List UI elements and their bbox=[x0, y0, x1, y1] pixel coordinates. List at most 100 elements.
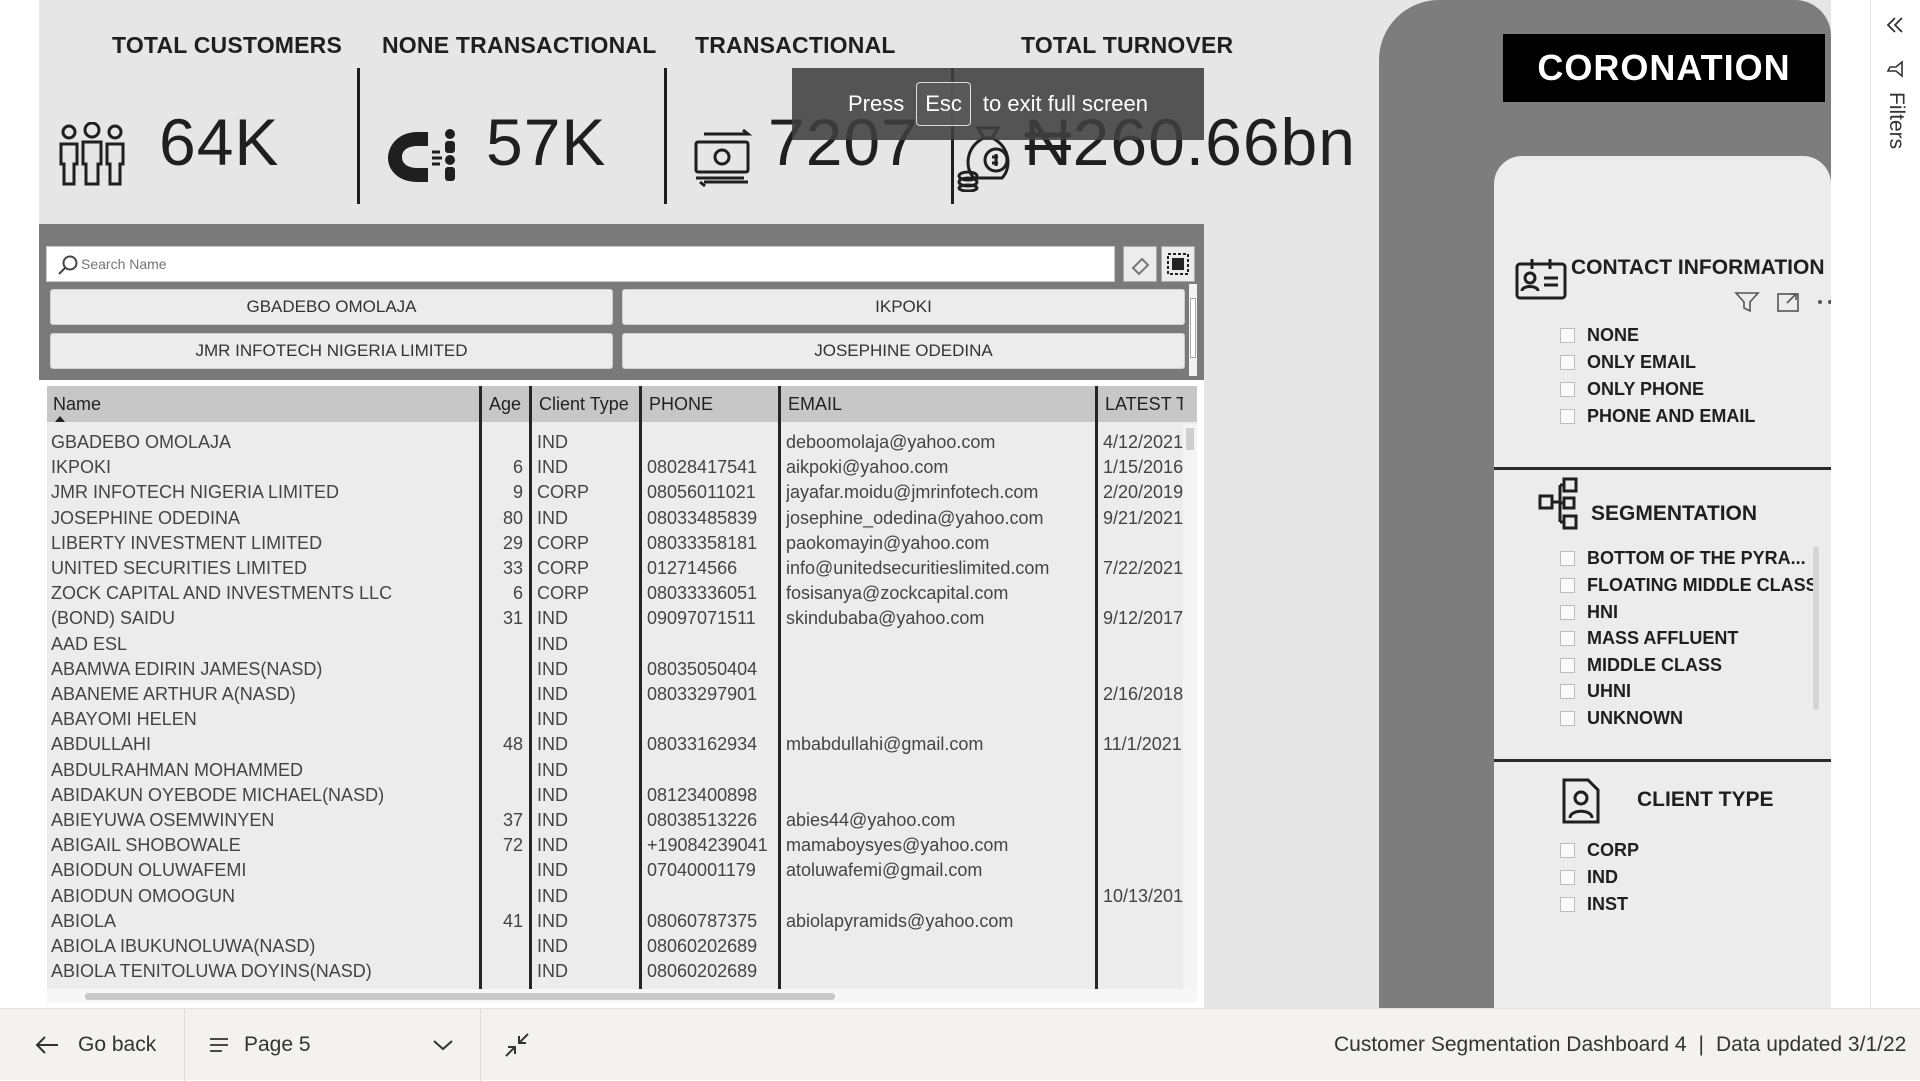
cell-phone: 08056011021 bbox=[647, 482, 756, 503]
table-row[interactable]: IKPOKI 6 IND 08028417541 aikpoki@yahoo.com 1/… bbox=[47, 455, 1197, 480]
filter-option-floating-middle-class[interactable]: FLOATING MIDDLE CLASS bbox=[1560, 574, 1818, 596]
cell-name: ABIGAIL SHOBOWALE bbox=[51, 835, 241, 856]
eraser-button[interactable] bbox=[1123, 246, 1157, 282]
table-row[interactable]: ABIDAKUN OYEBODE MICHAEL(NASD) IND 0812340… bbox=[47, 783, 1197, 808]
table-row[interactable]: ABDULLAHI 48 IND 08033162934 mbabdullahi@gma… bbox=[47, 732, 1197, 757]
cell-client-type: IND bbox=[537, 936, 568, 956]
money-transfer-icon bbox=[692, 126, 756, 195]
cell-age bbox=[483, 682, 523, 707]
cell-name: ABAYOMI HELEN bbox=[51, 709, 197, 730]
column-header-email[interactable]: EMAIL bbox=[782, 386, 1095, 422]
cell-age bbox=[483, 430, 523, 455]
table-row[interactable]: ABDULRAHMAN MOHAMMED IND bbox=[47, 758, 1197, 783]
table-row[interactable]: (BOND) SAIDU 31 IND 09097071511 skindubaba@y… bbox=[47, 606, 1197, 631]
kpi-separator bbox=[664, 68, 667, 204]
name-chip[interactable]: GBADEBO OMOLAJA bbox=[50, 289, 613, 325]
table-row[interactable]: ABAYOMI HELEN IND bbox=[47, 707, 1197, 732]
filter-option-none[interactable]: NONE bbox=[1560, 324, 1639, 346]
cell-latest-transaction bbox=[1103, 783, 1183, 808]
table-row[interactable]: ABIOLA 41 IND 08060787375 abiolapyramids@yah… bbox=[47, 909, 1197, 934]
segmentation-scrollbar[interactable] bbox=[1813, 546, 1819, 710]
filter-option-phone-and-email[interactable]: PHONE AND EMAIL bbox=[1560, 405, 1755, 427]
cell-client-type: IND bbox=[537, 457, 568, 478]
search-input[interactable] bbox=[81, 253, 1081, 275]
column-header-client-type[interactable]: Client Type bbox=[533, 386, 639, 422]
filter-option-hni[interactable]: HNI bbox=[1560, 601, 1618, 623]
cell-age: 6 bbox=[512, 457, 523, 478]
filters-pane-label[interactable]: Filters bbox=[1884, 92, 1908, 149]
cell-latest-transaction: 9/12/2017 bbox=[1103, 608, 1183, 629]
cell-email: mbabdullahi@gmail.com bbox=[786, 734, 984, 755]
table-row[interactable]: ABANEME ARTHUR A(NASD) IND 08033297901 2/16… bbox=[47, 682, 1197, 707]
cell-email: josephine_odedina@yahoo.com bbox=[786, 507, 1044, 528]
esc-key-badge: Esc bbox=[916, 82, 971, 126]
filter-option-middle-class[interactable]: MIDDLE CLASS bbox=[1560, 654, 1722, 676]
collapse-icon bbox=[505, 1033, 529, 1057]
cell-name: ABAMWA EDIRIN JAMES(NASD) bbox=[51, 658, 323, 679]
table-row[interactable]: UNITED SECURITIES LIMITED 33 CORP 012714566… bbox=[47, 556, 1197, 581]
column-header-phone[interactable]: PHONE bbox=[643, 386, 778, 422]
column-header-latest-transaction[interactable]: LATEST TR bbox=[1099, 386, 1183, 422]
table-row[interactable]: LIBERTY INVESTMENT LIMITED 29 CORP 08033358… bbox=[47, 531, 1197, 556]
slicer-scrollbar[interactable] bbox=[1189, 284, 1197, 376]
search-box[interactable] bbox=[46, 246, 1115, 282]
more-options-icon[interactable] bbox=[1812, 287, 1831, 317]
cell-phone: 07040001179 bbox=[647, 860, 756, 881]
go-back-button[interactable]: Go back bbox=[34, 1009, 156, 1081]
cell-latest-transaction bbox=[1103, 657, 1183, 682]
expand-filters-icon[interactable] bbox=[1884, 14, 1906, 41]
column-header-name[interactable]: Name bbox=[47, 386, 479, 422]
report-info: Customer Segmentation Dashboard 4 | Data… bbox=[1334, 1009, 1906, 1081]
filter-option-mass-affluent[interactable]: MASS AFFLUENT bbox=[1560, 627, 1738, 649]
cell-name: UNITED SECURITIES LIMITED bbox=[51, 558, 308, 578]
filter-option-only-email[interactable]: ONLY EMAIL bbox=[1560, 351, 1696, 373]
table-row[interactable]: ABIGAIL SHOBOWALE 72 IND +19084239041 mamabo… bbox=[47, 833, 1197, 858]
cell-phone bbox=[647, 758, 775, 783]
select-all-button[interactable] bbox=[1161, 246, 1195, 282]
table-vertical-scrollbar[interactable] bbox=[1183, 424, 1197, 991]
cell-email bbox=[786, 934, 1092, 959]
cell-name: ABDULLAHI bbox=[51, 734, 152, 755]
table-row[interactable]: JMR INFOTECH NIGERIA LIMITED 9 CORP 0805601… bbox=[47, 480, 1197, 505]
filter-icon[interactable] bbox=[1729, 287, 1765, 317]
cell-email bbox=[786, 682, 1092, 707]
table-row[interactable]: ZOCK CAPITAL AND INVESTMENTS LLC 6 CORP 080… bbox=[47, 581, 1197, 606]
filter-option-ind[interactable]: IND bbox=[1560, 866, 1618, 888]
cell-name: JMR INFOTECH NIGERIA LIMITED bbox=[51, 482, 340, 503]
cell-age: 9 bbox=[512, 482, 523, 503]
cell-latest-transaction bbox=[1103, 959, 1183, 984]
cell-phone: 08123400898 bbox=[647, 784, 758, 805]
cell-phone: 08060202689 bbox=[647, 961, 758, 982]
exit-fullscreen-button[interactable] bbox=[504, 1009, 530, 1081]
focus-mode-icon[interactable] bbox=[1770, 287, 1806, 317]
table-row[interactable]: ABAMWA EDIRIN JAMES(NASD) IND 08035050404 bbox=[47, 657, 1197, 682]
table-row[interactable]: ABIEYUWA OSEMWINYEN 37 IND 08038513226 abies… bbox=[47, 808, 1197, 833]
page-selector[interactable]: Page 5 bbox=[208, 1009, 458, 1081]
table-row[interactable]: GBADEBO OMOLAJA IND deboomolaja@yahoo.com 4… bbox=[47, 430, 1197, 455]
filter-option-uhni[interactable]: UHNI bbox=[1560, 680, 1631, 702]
cell-phone bbox=[647, 632, 775, 657]
cell-email bbox=[786, 657, 1092, 682]
table-row[interactable]: AAD ESL IND bbox=[47, 632, 1197, 657]
name-chip[interactable]: JOSEPHINE ODEDINA bbox=[622, 333, 1185, 369]
table-row[interactable]: ABIODUN OLUWAFEMI IND 07040001179 atoluwafe… bbox=[47, 858, 1197, 883]
filter-option-corp[interactable]: CORP bbox=[1560, 839, 1639, 861]
filter-option-only-phone[interactable]: ONLY PHONE bbox=[1560, 378, 1704, 400]
table-row[interactable]: JOSEPHINE ODEDINA 80 IND 08033485839 josephi… bbox=[47, 506, 1197, 531]
cell-latest-transaction bbox=[1103, 758, 1183, 783]
column-header-age[interactable]: Age bbox=[483, 386, 529, 422]
people-group-icon bbox=[57, 121, 127, 191]
cell-age: 31 bbox=[502, 608, 523, 629]
table-row[interactable]: ABIOLA TENITOLUWA DOYINS(NASD) IND 0806020… bbox=[47, 959, 1197, 984]
kpi-separator bbox=[357, 68, 360, 204]
filter-option-bottom-of-pyramid[interactable]: BOTTOM OF THE PYRA... bbox=[1560, 547, 1806, 569]
filter-option-inst[interactable]: INST bbox=[1560, 893, 1628, 915]
table-row[interactable]: ABIODUN OMOOGUN IND 10/13/201 bbox=[47, 884, 1197, 909]
name-chip[interactable]: JMR INFOTECH NIGERIA LIMITED bbox=[50, 333, 613, 369]
cell-name: ABDULRAHMAN MOHAMMED bbox=[51, 759, 304, 780]
table-row[interactable]: ABIOLA IBUKUNOLUWA(NASD) IND 08060202689 bbox=[47, 934, 1197, 959]
eraser-icon bbox=[1131, 257, 1150, 276]
table-horizontal-scrollbar[interactable] bbox=[47, 989, 1197, 1003]
name-chip[interactable]: IKPOKI bbox=[622, 289, 1185, 325]
filter-option-unknown[interactable]: UNKNOWN bbox=[1560, 707, 1683, 729]
